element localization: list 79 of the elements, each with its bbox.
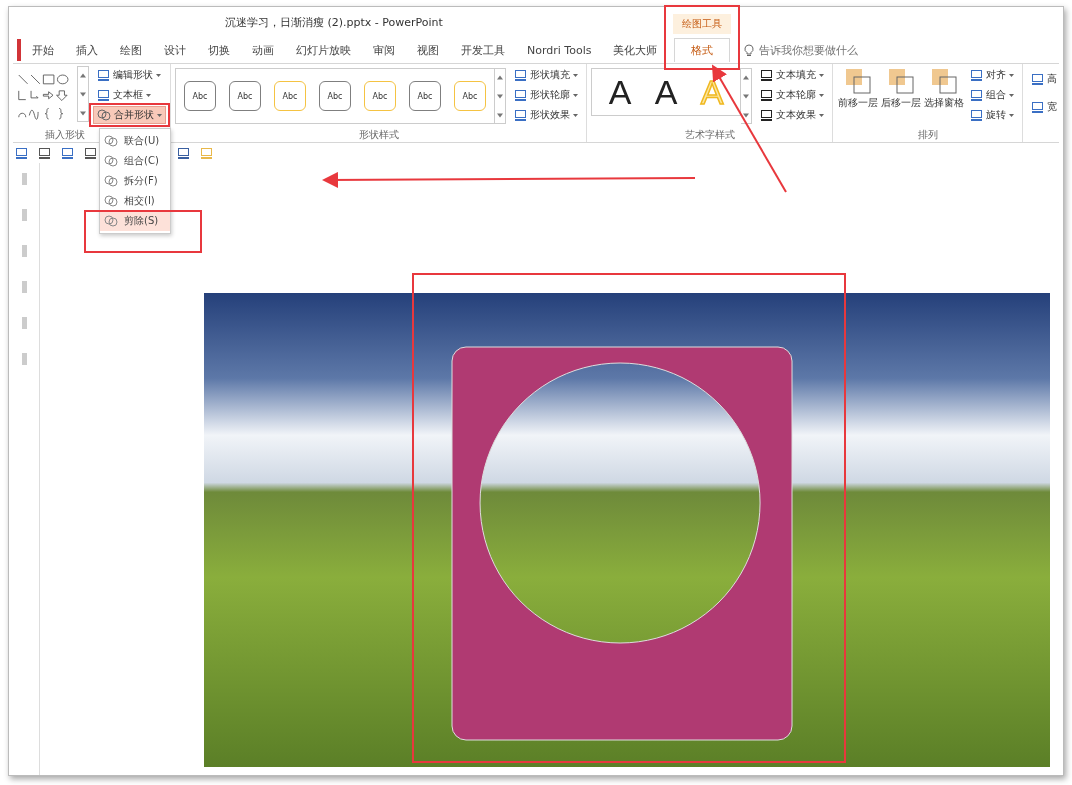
ribbon-tab[interactable]: 幻灯片放映 — [285, 38, 362, 62]
menu-item[interactable]: 拆分(F) — [100, 171, 170, 191]
ribbon-command[interactable]: 组合 — [966, 86, 1018, 104]
cutout-shape[interactable] — [451, 346, 793, 741]
caret-icon — [819, 73, 824, 77]
caret-icon — [819, 113, 824, 117]
shape-style-swatch[interactable]: Abc — [319, 81, 351, 111]
group-label: 艺术字样式 — [683, 128, 736, 142]
ribbon-command[interactable]: 形状填充 — [510, 66, 582, 84]
contextual-tab-label: 绘图工具 — [673, 14, 732, 34]
shape-style-swatch[interactable]: Abc — [229, 81, 261, 111]
slide-thumbnail-icon[interactable] — [21, 209, 27, 221]
caret-icon — [156, 73, 161, 77]
ribbon-command[interactable]: 前移一层 — [837, 66, 879, 112]
menu-item[interactable]: 剪除(S) — [100, 211, 170, 231]
group-label: 形状样式 — [357, 128, 400, 142]
ribbon-tab[interactable]: Nordri Tools — [516, 39, 603, 61]
caret-icon — [1009, 93, 1014, 97]
merge-shapes-icon — [97, 108, 111, 122]
merge-shapes-icon — [104, 134, 118, 148]
ribbon-tab[interactable]: 视图 — [406, 38, 450, 62]
ribbon-tab[interactable]: 绘图 — [109, 38, 153, 62]
ribbon-command[interactable]: 文本轮廓 — [756, 86, 828, 104]
merge-shapes-icon — [104, 194, 118, 208]
wordart-style-sample[interactable]: A — [646, 72, 686, 112]
slide-thumbnail-icon[interactable] — [21, 353, 27, 365]
ribbon-tab[interactable]: 美化大师 — [602, 38, 669, 62]
ribbon-command[interactable]: 形状效果 — [510, 106, 582, 124]
ribbon-tab[interactable]: 开始 — [21, 38, 65, 62]
caret-icon — [157, 113, 162, 117]
merge-shapes-icon — [104, 214, 118, 228]
slide-thumbnail-icon[interactable] — [21, 317, 27, 329]
menu-item[interactable]: 联合(U) — [100, 131, 170, 151]
ribbon-tab[interactable]: 切换 — [197, 38, 241, 62]
merge-shapes-icon — [104, 154, 118, 168]
group-label: 排列 — [916, 128, 939, 142]
caret-icon — [573, 73, 578, 77]
ribbon-command[interactable]: 对齐 — [966, 66, 1018, 84]
ribbon-tab[interactable]: 设计 — [153, 38, 197, 62]
caret-icon — [146, 93, 151, 97]
caret-icon — [573, 113, 578, 117]
ribbon-tab[interactable]: 开发工具 — [450, 38, 516, 62]
ribbon-command[interactable]: 合并形状 — [93, 106, 166, 124]
slide-thumbnail-icon[interactable] — [21, 281, 27, 293]
ribbon-command[interactable]: 文本填充 — [756, 66, 828, 84]
slide-thumbnail-icon[interactable] — [21, 173, 27, 185]
shape-style-swatch[interactable]: Abc — [409, 81, 441, 111]
shape-style-swatch[interactable]: Abc — [274, 81, 306, 111]
group-label: 插入形状 — [45, 129, 85, 140]
ribbon-command[interactable]: 选择窗格 — [923, 66, 965, 112]
ribbon-command[interactable]: 旋转 — [966, 106, 1018, 124]
ribbon-tab[interactable]: 插入 — [65, 38, 109, 62]
shape-style-swatch[interactable]: Abc — [364, 81, 396, 111]
ribbon-command[interactable]: 宽 — [1027, 98, 1061, 116]
caret-icon — [1009, 73, 1014, 77]
ribbon-tab[interactable]: 动画 — [241, 38, 285, 62]
ribbon-command[interactable]: 文本框 — [93, 86, 166, 104]
ribbon-command[interactable]: 文本效果 — [756, 106, 828, 124]
caret-icon — [573, 93, 578, 97]
menu-item[interactable]: 组合(C) — [100, 151, 170, 171]
caret-icon — [1009, 113, 1014, 117]
caret-icon — [819, 93, 824, 97]
ribbon-command[interactable]: 高 — [1027, 70, 1061, 88]
layers-icon — [888, 68, 914, 94]
window-title: 沉迷学习，日渐消瘦 (2).pptx - PowerPoint — [225, 14, 443, 30]
ribbon-command[interactable]: 编辑形状 — [93, 66, 166, 84]
merge-shapes-icon — [104, 174, 118, 188]
layers-icon — [845, 68, 871, 94]
layers-icon — [931, 68, 957, 94]
ribbon-command[interactable]: 后移一层 — [880, 66, 922, 112]
shape-style-swatch[interactable]: Abc — [454, 81, 486, 111]
ribbon-command[interactable]: 形状轮廓 — [510, 86, 582, 104]
slide-thumbnail-icon[interactable] — [21, 245, 27, 257]
menu-item[interactable]: 相交(I) — [100, 191, 170, 211]
wordart-style-sample[interactable]: A — [600, 72, 640, 112]
lightbulb-icon — [744, 43, 755, 57]
shape-style-swatch[interactable]: Abc — [184, 81, 216, 111]
ribbon-tab[interactable]: 格式 — [674, 38, 731, 62]
ribbon-tab[interactable]: 审阅 — [362, 38, 406, 62]
